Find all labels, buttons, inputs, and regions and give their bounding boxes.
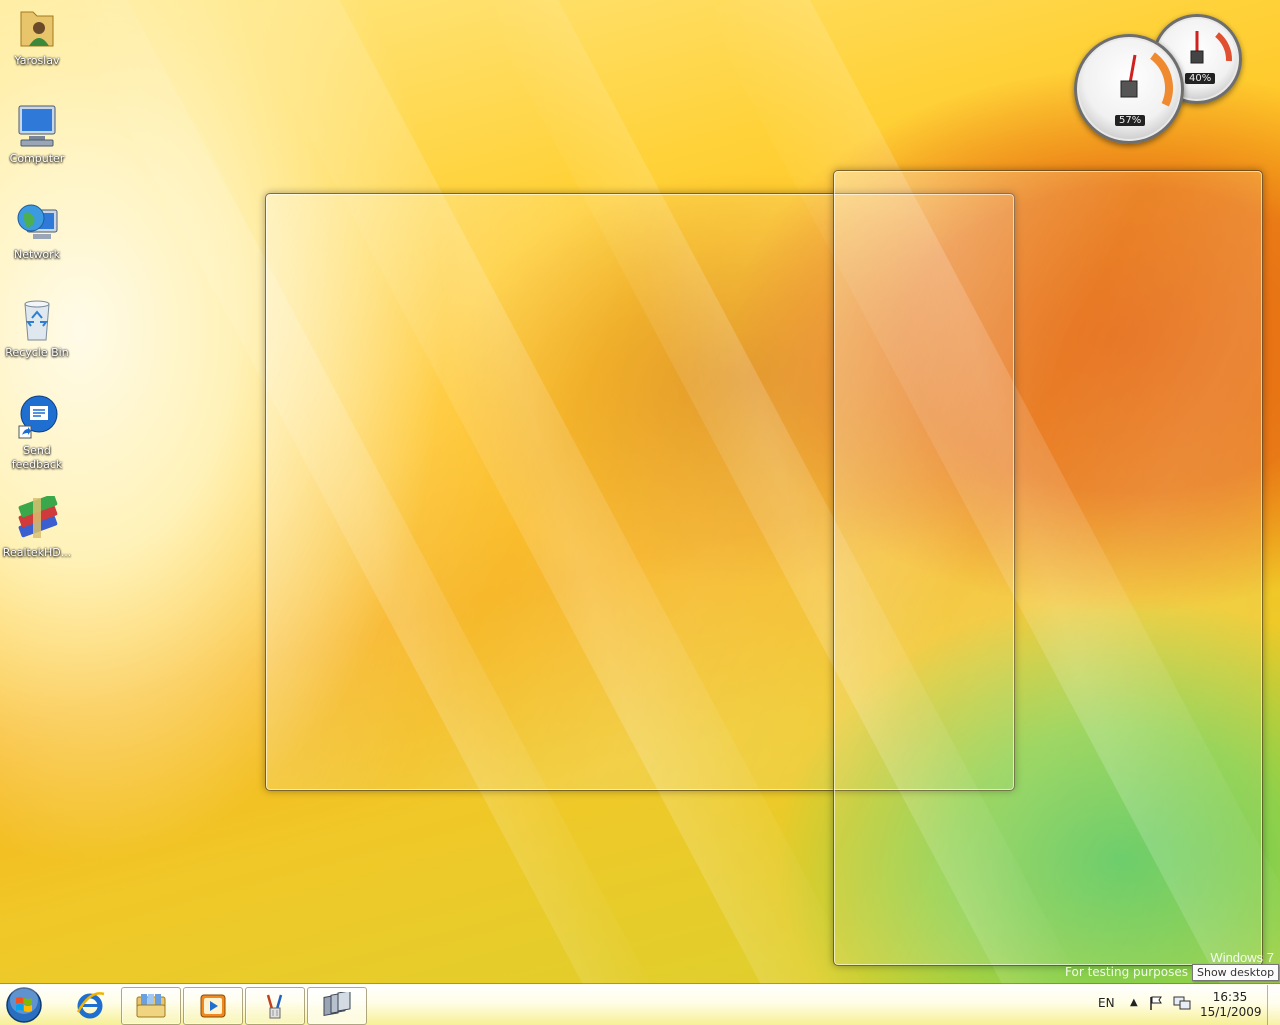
desktop-icon-label: RealtekHD... xyxy=(2,546,72,559)
paint-icon xyxy=(266,994,283,1019)
windows-logo-icon xyxy=(6,986,42,1023)
notification-area: EN ▲ 16:35 15/1/2009 xyxy=(1080,985,1280,1025)
desktop-icon-label: Network xyxy=(14,248,60,261)
internet-explorer-icon xyxy=(76,992,105,1019)
desktop-icon-send-feedback[interactable]: Send feedback xyxy=(0,394,76,472)
peek-window-outline-2 xyxy=(833,170,1263,966)
desktop-icon-label: Computer xyxy=(9,152,65,165)
desktop-icon-computer[interactable]: Computer xyxy=(0,102,76,166)
system-clock[interactable]: 16:35 15/1/2009 xyxy=(1200,990,1262,1020)
taskbar-paint[interactable] xyxy=(245,987,305,1025)
taskbar-window-switcher[interactable] xyxy=(307,987,367,1025)
cpu-meter-gadget[interactable]: 40% 57% xyxy=(1072,14,1248,144)
desktop-icon-realtek[interactable]: RealtekHD... xyxy=(0,494,76,560)
network-icon xyxy=(13,198,61,246)
show-hidden-icons-button[interactable]: ▲ xyxy=(1130,997,1138,1008)
computer-icon xyxy=(13,102,61,150)
cpu-gauge: 57% xyxy=(1074,34,1184,144)
desktop-icon-label: Send feedback xyxy=(11,444,63,471)
window-switcher-icon xyxy=(323,992,351,1017)
desktop-icon-label: Yaroslav xyxy=(14,54,60,67)
action-center-flag-icon[interactable] xyxy=(1148,995,1164,1014)
clock-date: 15/1/2009 xyxy=(1200,1005,1262,1019)
folder-library-icon xyxy=(136,994,166,1018)
send-feedback-icon xyxy=(13,394,61,442)
memory-percent: 40% xyxy=(1185,73,1216,84)
show-desktop-tooltip: Show desktop xyxy=(1192,964,1280,981)
recycle-bin-icon xyxy=(13,296,61,344)
user-folder-icon xyxy=(13,4,61,52)
desktop-icon-label: Recycle Bin xyxy=(5,346,69,359)
desktop-background[interactable]: Yaroslav Computer Network Recycle Bin Se… xyxy=(0,0,1280,984)
testing-note: For testing purposes xyxy=(1065,965,1188,979)
language-indicator[interactable]: EN xyxy=(1098,996,1115,1010)
taskbar-media-player[interactable] xyxy=(183,987,243,1025)
winrar-archive-icon xyxy=(13,494,61,544)
taskbar: EN ▲ 16:35 15/1/2009 xyxy=(0,984,1280,1025)
network-status-icon[interactable] xyxy=(1173,995,1191,1014)
os-name: Windows 7 xyxy=(1210,950,1274,965)
start-button[interactable] xyxy=(4,986,44,1023)
desktop-icon-yaroslav[interactable]: Yaroslav xyxy=(0,4,76,68)
show-desktop-button[interactable] xyxy=(1267,985,1280,1025)
taskbar-windows-explorer[interactable] xyxy=(121,987,181,1025)
cpu-percent: 57% xyxy=(1115,115,1146,126)
desktop-icon-network[interactable]: Network xyxy=(0,198,76,262)
desktop-icon-recycle-bin[interactable]: Recycle Bin xyxy=(0,296,76,360)
clock-time: 16:35 xyxy=(1212,990,1248,1004)
media-player-icon xyxy=(200,994,226,1018)
taskbar-internet-explorer[interactable] xyxy=(61,987,119,1023)
